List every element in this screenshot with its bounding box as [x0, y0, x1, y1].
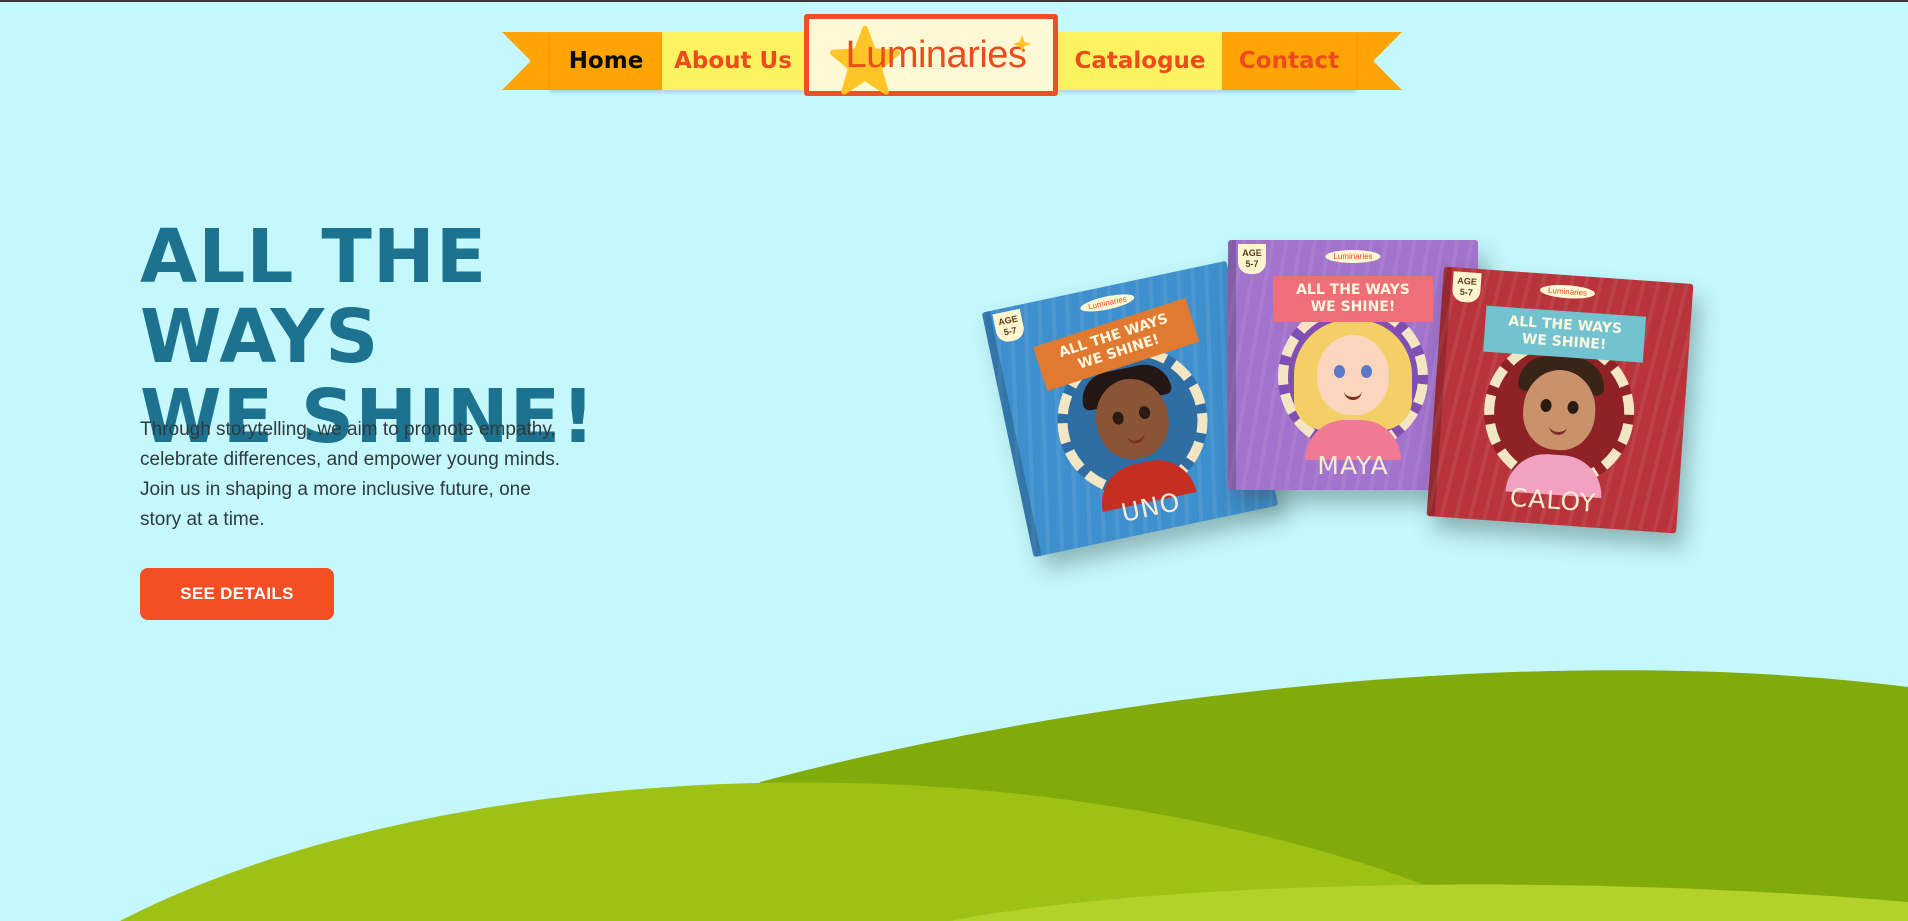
hero-title-line1: ALL THE WAYS [140, 214, 488, 380]
book-cover-caloy[interactable]: AGE 5-7 Luminaries ALL THE WAYS WE SHINE! … [1426, 266, 1694, 534]
hero-description: Through storytelling, we aim to promote … [140, 419, 561, 530]
sparkle-icon [1013, 35, 1031, 53]
nav-about-us[interactable]: About Us [662, 32, 804, 90]
nav-home[interactable]: Home [550, 32, 662, 90]
age-badge: AGE 5-7 [1451, 271, 1482, 304]
logo-text: Luminaries [845, 33, 1027, 76]
age-badge: AGE 5-7 [1238, 244, 1266, 274]
book-title-label: ALL THE WAYS WE SHINE! [1273, 276, 1433, 322]
see-details-button[interactable]: SEE DETAILS [140, 568, 334, 620]
main-nav: Home About Us Catalogue Contact Luminari… [502, 14, 1402, 96]
character-face [1317, 335, 1389, 415]
book-logo: Luminaries [1325, 250, 1381, 263]
nav-catalogue[interactable]: Catalogue [1058, 32, 1222, 90]
nav-contact[interactable]: Contact [1222, 32, 1356, 90]
logo-home-link[interactable]: Luminaries [804, 14, 1058, 96]
book-character-name: MAYA [1317, 451, 1389, 480]
